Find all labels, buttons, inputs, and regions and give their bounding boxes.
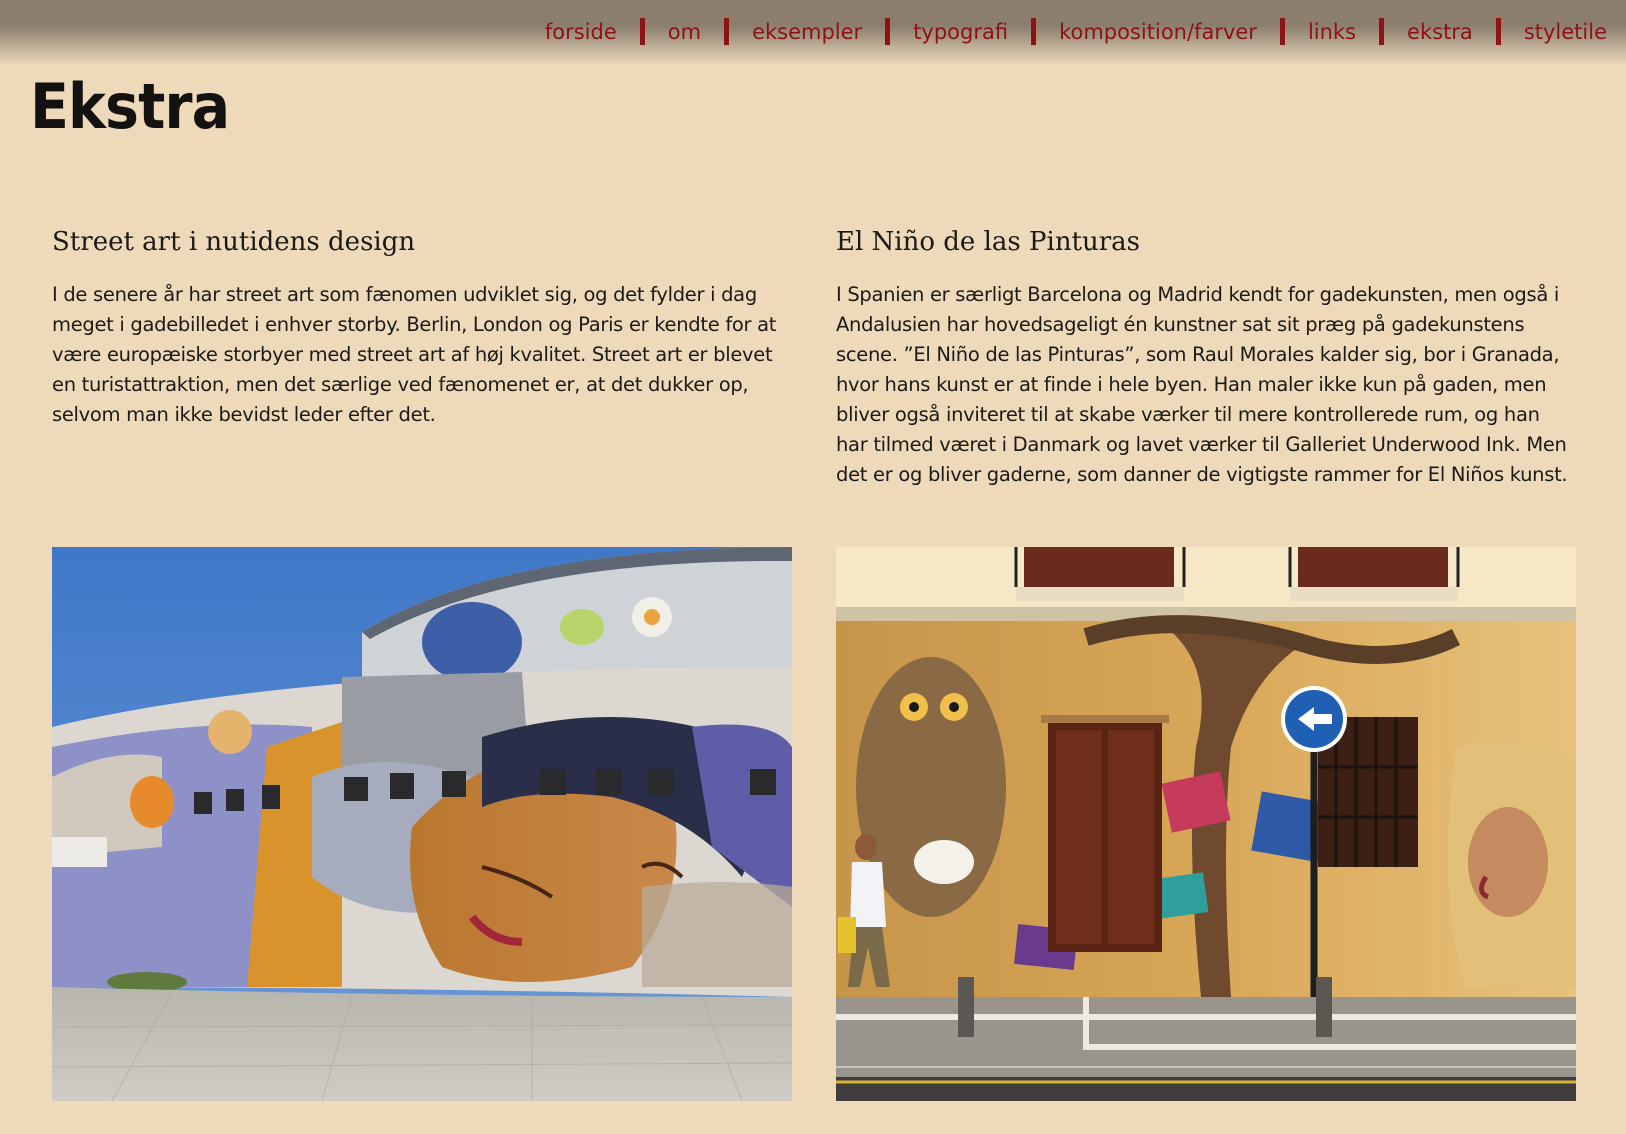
- nav-link-eksempler[interactable]: eksempler: [751, 20, 863, 44]
- article-el-nino: El Niño de las Pinturas I Spanien er sær…: [836, 220, 1576, 490]
- el-nino-facade-photo: [836, 547, 1576, 1101]
- nav-link-komposition-farver[interactable]: komposition/farver: [1058, 20, 1258, 44]
- street-art-mural-photo: [52, 547, 792, 1101]
- nav-separator: [1031, 18, 1037, 45]
- nav-separator: [639, 18, 645, 45]
- nav-link-forside[interactable]: forside: [544, 20, 618, 44]
- article-street-art: Street art i nutidens design I de senere…: [52, 220, 792, 430]
- main-navigation: forside om eksempler typografi kompositi…: [544, 18, 1608, 45]
- nav-separator: [1495, 18, 1501, 45]
- nav-separator: [1379, 18, 1385, 45]
- nav-separator: [1279, 18, 1285, 45]
- article-body: I Spanien er særligt Barcelona og Madrid…: [836, 283, 1568, 486]
- top-navigation-bar: forside om eksempler typografi kompositi…: [0, 0, 1626, 66]
- nav-separator: [885, 18, 891, 45]
- nav-link-ekstra[interactable]: ekstra: [1406, 20, 1474, 44]
- nav-link-om[interactable]: om: [667, 20, 702, 44]
- nav-link-links[interactable]: links: [1307, 20, 1357, 44]
- nav-link-styletile[interactable]: styletile: [1523, 20, 1608, 44]
- article-heading: Street art i nutidens design: [52, 227, 416, 257]
- page-title: Ekstra: [30, 70, 230, 143]
- article-heading: El Niño de las Pinturas: [836, 227, 1141, 257]
- nav-link-typografi[interactable]: typografi: [912, 20, 1009, 44]
- painted-facade-image: [836, 547, 1576, 1101]
- nav-separator: [724, 18, 730, 45]
- article-body: I de senere år har street art som fænome…: [52, 283, 777, 426]
- mural-building-image: [52, 547, 792, 1101]
